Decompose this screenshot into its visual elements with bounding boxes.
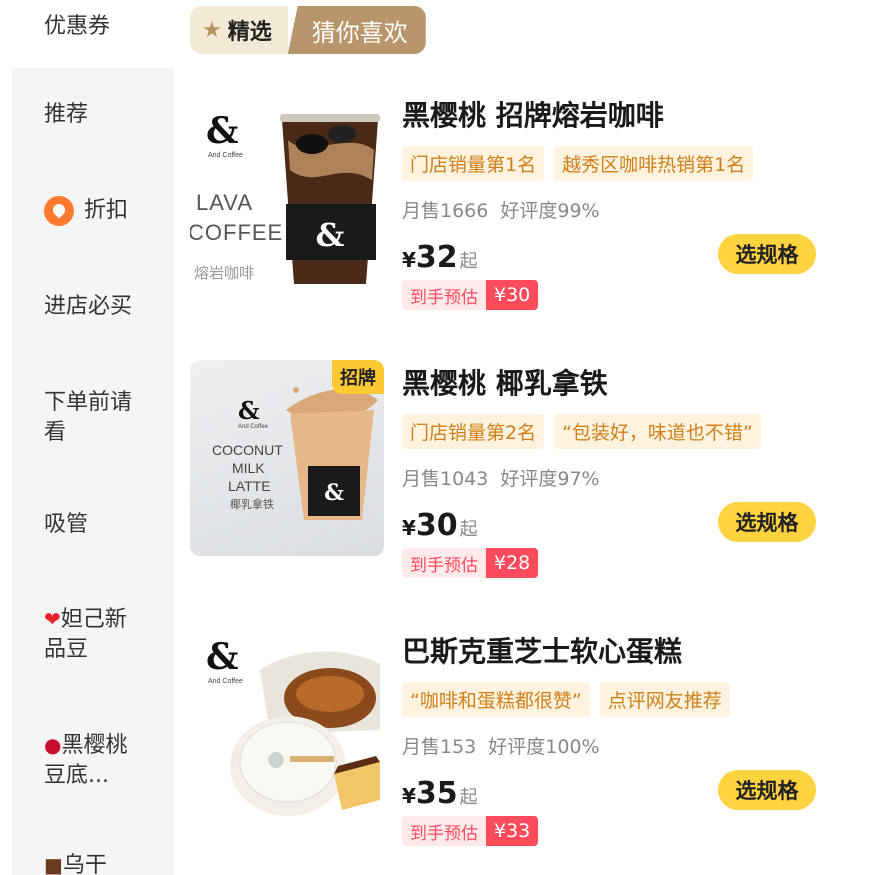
tab-label: 猜你喜欢: [311, 18, 408, 47]
select-spec-button[interactable]: 选规格: [718, 234, 816, 274]
svg-text:&: &: [324, 480, 344, 506]
filter-tabs: ★ 精选 猜你喜欢: [190, 6, 426, 54]
heart-icon: ❤: [44, 607, 61, 631]
sidebar-item-coupon[interactable]: 优惠券: [44, 8, 110, 40]
product-tag: 越秀区咖啡热销第1名: [554, 146, 754, 181]
product-tags: 门店销量第2名 “包装好，味道也不错”: [402, 414, 761, 449]
sidebar-item-discount[interactable]: 折扣: [44, 196, 162, 226]
price-suffix: 起: [459, 787, 478, 808]
image-text-milk: MILK: [232, 460, 265, 476]
currency-symbol: ¥: [402, 784, 416, 808]
product-tags: 门店销量第1名 越秀区咖啡热销第1名: [402, 146, 754, 181]
product-tag: “咖啡和蛋糕都很赞”: [402, 682, 590, 717]
sidebar-item-label: 进店必买: [44, 294, 133, 319]
image-text-coffee: COFFEE: [190, 220, 284, 245]
image-text-latte: LATTE: [228, 478, 271, 494]
sidebar-item-straw[interactable]: 吸管: [44, 510, 162, 540]
monthly-sales: 月售1043: [402, 468, 489, 490]
currency-symbol: ¥: [402, 248, 416, 272]
tab-featured[interactable]: ★ 精选: [190, 6, 288, 54]
sidebar-item-uganda[interactable]: ■乌干: [44, 850, 162, 875]
monthly-sales: 月售1666: [402, 200, 489, 222]
brand-logo: &: [206, 110, 239, 152]
signature-badge: 招牌: [332, 360, 384, 394]
cherry-icon: ●: [44, 733, 62, 757]
monthly-sales: 月售153: [402, 736, 477, 758]
sidebar-item-recommend[interactable]: 推荐: [44, 100, 162, 130]
brand-subtitle: And Coffee: [208, 152, 243, 159]
rating: 好评度97%: [500, 468, 600, 490]
category-sidebar: 推荐 折扣 进店必买 下单前请看 吸管 ❤妲己新品豆 ●黑樱桃豆底... ■乌干: [12, 68, 174, 875]
estimate-price: ¥30: [486, 280, 539, 310]
sidebar-item-label: 下单前请看: [44, 390, 133, 445]
product-price: ¥30 起: [402, 508, 478, 543]
sidebar-item-label: 推荐: [44, 102, 89, 127]
estimated-price: 到手预估 ¥30: [402, 280, 539, 310]
product-tag: 门店销量第1名: [402, 146, 545, 181]
estimate-label: 到手预估: [402, 280, 486, 310]
discount-icon: [44, 196, 74, 226]
price-suffix: 起: [459, 519, 478, 540]
product-price: ¥35 起: [402, 776, 478, 811]
product-name: 黑樱桃 椰乳拿铁: [402, 367, 608, 400]
tab-guess-you-like[interactable]: 猜你喜欢: [287, 6, 426, 54]
sidebar-item-label: 吸管: [44, 512, 89, 537]
estimate-price: ¥33: [486, 816, 539, 846]
estimate-label: 到手预估: [402, 548, 486, 578]
brand-logo: &: [238, 396, 260, 425]
price-amount: 32: [415, 240, 458, 275]
coconut-latte-cup-image: &: [286, 384, 378, 520]
sidebar-item-label: 折扣: [84, 198, 129, 223]
svg-text:&: &: [316, 216, 345, 254]
product-card[interactable]: & And Coffee 巴斯克重芝士软心蛋糕 “咖啡和蛋糕都很赞” 点评网友推…: [190, 628, 830, 846]
product-tag: 点评网友推荐: [599, 682, 730, 717]
product-tag: “包装好，味道也不错”: [554, 414, 761, 449]
sidebar-item-cherry-beans[interactable]: ●黑樱桃豆底...: [44, 730, 144, 791]
brand-subtitle: And Coffee: [238, 424, 268, 430]
product-price: ¥32 起: [402, 240, 478, 275]
sidebar-item-notice[interactable]: 下单前请看: [44, 388, 144, 448]
price-suffix: 起: [459, 251, 478, 272]
product-card[interactable]: & And Coffee LAVA COFFEE 熔岩咖啡 & 黑樱桃 招牌熔岩…: [190, 92, 830, 310]
estimate-price: ¥28: [486, 548, 539, 578]
product-image[interactable]: & And Coffee LAVA COFFEE 熔岩咖啡 &: [190, 92, 384, 288]
image-text-coconut: COCONUT: [212, 442, 283, 458]
select-spec-button[interactable]: 选规格: [718, 770, 816, 810]
price-amount: 35: [415, 776, 458, 811]
product-card[interactable]: & And Coffee COCONUT MILK LATTE 椰乳拿铁 & 招…: [190, 360, 830, 578]
star-icon: ★: [202, 17, 222, 43]
image-text-cn: 熔岩咖啡: [194, 265, 255, 282]
rating: 好评度100%: [488, 736, 600, 758]
product-tag: 门店销量第2名: [402, 414, 545, 449]
product-stats: 月售1043 好评度97%: [402, 464, 600, 491]
product-name: 巴斯克重芝士软心蛋糕: [402, 635, 683, 668]
estimated-price: 到手预估 ¥28: [402, 548, 539, 578]
currency-symbol: ¥: [402, 516, 416, 540]
select-spec-button[interactable]: 选规格: [718, 502, 816, 542]
product-stats: 月售1666 好评度99%: [402, 196, 600, 223]
product-stats: 月售153 好评度100%: [402, 732, 600, 759]
sidebar-item-label: 乌干: [62, 853, 107, 875]
product-tags: “咖啡和蛋糕都很赞” 点评网友推荐: [402, 682, 730, 717]
image-text-cn: 椰乳拿铁: [230, 499, 274, 511]
tab-label: 精选: [227, 20, 272, 45]
estimated-price: 到手预估 ¥33: [402, 816, 539, 846]
sidebar-item-must-buy[interactable]: 进店必买: [44, 292, 162, 322]
product-image[interactable]: & And Coffee COCONUT MILK LATTE 椰乳拿铁 & 招…: [190, 360, 384, 556]
estimate-label: 到手预估: [402, 816, 486, 846]
price-amount: 30: [415, 508, 458, 543]
sidebar-item-daji-beans[interactable]: ❤妲己新品豆: [44, 604, 136, 665]
rating: 好评度99%: [500, 200, 600, 222]
product-image[interactable]: & And Coffee: [190, 628, 384, 824]
product-name: 黑樱桃 招牌熔岩咖啡: [402, 99, 664, 132]
basque-cheesecake-image: [230, 651, 380, 816]
image-text-lava: LAVA: [196, 190, 253, 215]
lava-coffee-cup-image: &: [280, 114, 380, 284]
chocolate-icon: ■: [44, 853, 63, 875]
